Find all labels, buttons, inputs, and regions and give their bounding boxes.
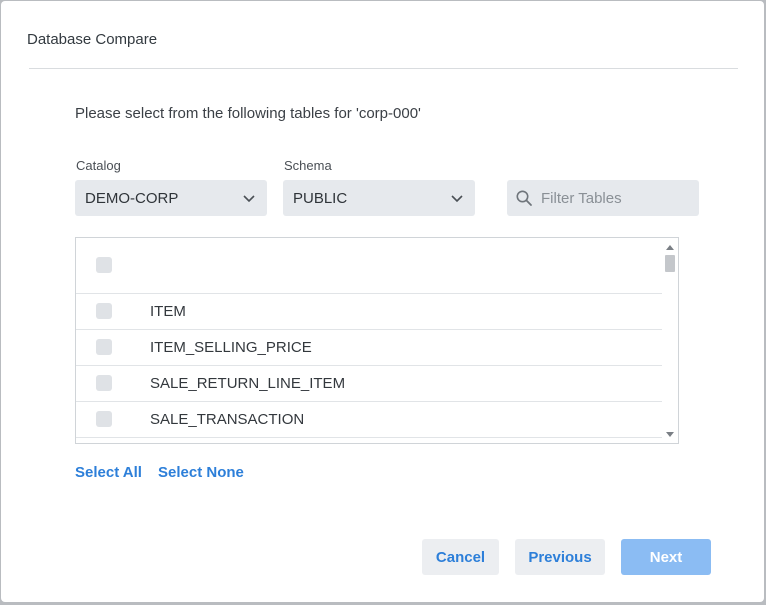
chevron-down-icon [243,195,255,203]
scrollbar-thumb[interactable] [665,255,675,272]
table-row[interactable]: SALE_TRANSACTION [76,402,662,438]
schema-value: PUBLIC [293,189,348,207]
filter-tables-input[interactable] [541,180,691,216]
schema-label: Schema [284,158,332,173]
scroll-up-arrow-icon[interactable] [666,244,674,250]
chevron-down-icon [451,195,463,203]
select-all-link[interactable]: Select All [75,464,142,481]
table-name: SALE_TRANSACTION [150,411,305,428]
filter-tables-field [507,180,699,216]
row-checkbox[interactable] [96,303,112,319]
row-checkbox[interactable] [96,339,112,355]
previous-button[interactable]: Previous [515,539,605,575]
table-row[interactable]: SALE_RETURN_LINE_ITEM [76,366,662,402]
vertical-scrollbar[interactable] [662,238,678,443]
table-name: ITEM_SELLING_PRICE [150,339,312,356]
row-checkbox[interactable] [96,411,112,427]
catalog-label: Catalog [76,158,121,173]
tables-list: ITEM ITEM_SELLING_PRICE SALE_RETURN_LINE… [75,237,679,444]
database-compare-dialog: Database Compare Please select from the … [1,1,764,602]
catalog-value: DEMO-CORP [85,189,179,207]
search-icon [516,190,532,206]
cancel-button[interactable]: Cancel [422,539,499,575]
catalog-select[interactable]: DEMO-CORP [75,180,267,216]
title-divider [29,68,738,69]
select-none-link[interactable]: Select None [158,464,244,481]
next-button[interactable]: Next [621,539,711,575]
scroll-down-arrow-icon[interactable] [666,432,674,438]
dialog-title: Database Compare [27,31,158,48]
table-name: ITEM [150,303,186,320]
table-header-row [76,238,662,294]
schema-select[interactable]: PUBLIC [283,180,475,216]
select-all-checkbox[interactable] [96,257,112,273]
table-name: SALE_RETURN_LINE_ITEM [150,375,346,392]
instruction-text: Please select from the following tables … [75,105,421,122]
tables-list-rows: ITEM ITEM_SELLING_PRICE SALE_RETURN_LINE… [76,238,662,438]
table-row[interactable]: ITEM_SELLING_PRICE [76,330,662,366]
table-row[interactable]: ITEM [76,294,662,330]
row-checkbox[interactable] [96,375,112,391]
